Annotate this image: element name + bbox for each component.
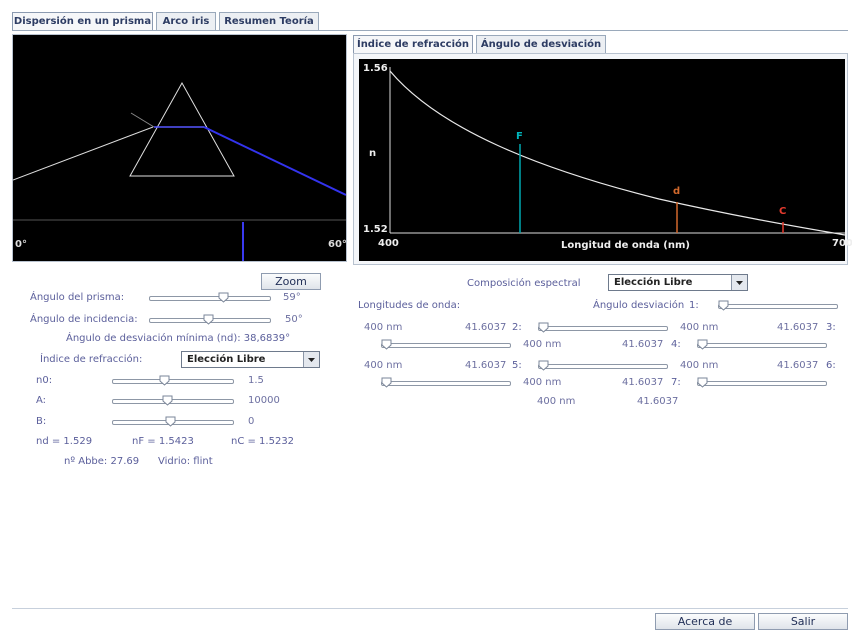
item-5-angle: 41.6037: [777, 360, 819, 371]
y-max-label: 1.56: [363, 63, 388, 74]
min-deviation-text: Ángulo de desviación mínima (nd): 38,683…: [66, 333, 291, 344]
nC-value: nC = 1.5232: [231, 436, 295, 447]
n0-thumb[interactable]: [159, 375, 170, 386]
incidence-value: 50°: [285, 314, 303, 325]
chevron-down-icon[interactable]: [303, 352, 319, 367]
item-7-angle: 41.6037: [637, 396, 679, 407]
item-3-angle: 41.6037: [622, 339, 664, 350]
item-6-slider[interactable]: [381, 377, 511, 389]
n0-value: 1.5: [248, 375, 264, 386]
item-6-angle: 41.6037: [622, 377, 664, 388]
prism-angle-value: 59°: [283, 292, 301, 303]
y-axis-label: n: [369, 148, 377, 159]
tab-dispersion[interactable]: Dispersión en un prisma: [12, 12, 153, 30]
graph-canvas: 1.56 1.52 n 400 700 Longitud de onda (nm…: [359, 59, 852, 261]
wavelengths-label: Longitudes de onda:: [358, 300, 461, 311]
x-max-label: 700: [832, 238, 852, 249]
scale-end-label: 60°: [328, 239, 347, 250]
item-3-num: 3:: [826, 322, 836, 333]
tab-arco-iris[interactable]: Arco iris: [156, 12, 216, 30]
refraction-graph: 1.56 1.52 n 400 700 Longitud de onda (nm…: [353, 53, 852, 265]
incidence-slider[interactable]: [149, 314, 271, 326]
prism-diagram: [13, 81, 346, 261]
item-1-slider[interactable]: [718, 300, 838, 312]
composition-select[interactable]: Elección Libre: [608, 274, 748, 291]
glass-type: Vidrio: flint: [158, 456, 213, 467]
index-select-value: Elección Libre: [187, 354, 266, 365]
item-1-num: 1:: [689, 300, 699, 311]
item-6-wave: 400 nm: [523, 377, 562, 388]
item-1-wave: 400 nm: [364, 322, 403, 333]
incidence-label: Ángulo de incidencia:: [30, 314, 138, 325]
item-6-num: 6:: [826, 360, 836, 371]
item-4-num: 4:: [671, 339, 681, 350]
n0-label: n0:: [36, 375, 53, 386]
item-2-num: 2:: [512, 322, 522, 333]
abbe-number: nº Abbe: 27.69: [64, 456, 140, 467]
dispersion-curve: [389, 67, 845, 236]
item-2-thumb[interactable]: [538, 322, 549, 333]
index-label: Índice de refracción:: [40, 354, 143, 365]
item-7-num: 7:: [671, 377, 681, 388]
B-value: 0: [248, 416, 255, 427]
item-2-slider[interactable]: [538, 322, 668, 334]
item-3-slider[interactable]: [381, 339, 511, 351]
A-value: 10000: [248, 395, 280, 406]
marker-F-label: F: [516, 131, 523, 142]
item-4-wave: 400 nm: [364, 360, 403, 371]
item-4-slider[interactable]: [697, 339, 827, 351]
deviation-label: Ángulo desviación: [593, 300, 685, 311]
marker-d-label: d: [673, 186, 681, 197]
item-3-thumb[interactable]: [381, 339, 392, 350]
x-axis-label: Longitud de onda (nm): [561, 240, 690, 251]
zoom-button[interactable]: Zoom: [261, 273, 321, 290]
item-1-angle: 41.6037: [465, 322, 507, 333]
composition-select-value: Elección Libre: [614, 277, 693, 288]
scale-start-label: 0°: [15, 239, 27, 250]
tab-resumen-teoria[interactable]: Resumen Teoría: [219, 12, 319, 30]
about-button[interactable]: Acerca de: [655, 613, 755, 630]
item-5-num: 5:: [512, 360, 522, 371]
item-2-wave: 400 nm: [680, 322, 719, 333]
item-5-slider[interactable]: [538, 360, 668, 372]
item-7-thumb[interactable]: [697, 377, 708, 388]
B-slider[interactable]: [112, 416, 234, 428]
A-thumb[interactable]: [162, 395, 173, 406]
tab-angulo-desviacion[interactable]: Ángulo de desviación: [476, 35, 606, 53]
item-7-slider[interactable]: [697, 377, 827, 389]
prism-angle-label: Ángulo del prisma:: [30, 292, 125, 303]
A-slider[interactable]: [112, 395, 234, 407]
item-2-angle: 41.6037: [777, 322, 819, 333]
item-1-thumb[interactable]: [718, 300, 729, 311]
B-thumb[interactable]: [165, 416, 176, 427]
y-min-label: 1.52: [363, 224, 388, 235]
item-4-angle: 41.6037: [465, 360, 507, 371]
item-5-thumb[interactable]: [538, 360, 549, 371]
exit-button[interactable]: Salir: [758, 613, 848, 630]
marker-C-label: C: [779, 206, 787, 217]
nF-value: nF = 1.5423: [132, 436, 194, 447]
A-label: A:: [36, 395, 47, 406]
item-5-wave: 400 nm: [680, 360, 719, 371]
tab-indice-refraccion[interactable]: Índice de refracción: [353, 35, 473, 53]
nd-value: nd = 1.529: [36, 436, 93, 447]
composition-label: Composición espectral: [467, 278, 581, 289]
item-7-wave: 400 nm: [537, 396, 576, 407]
x-min-label: 400: [378, 238, 399, 249]
prism-angle-thumb[interactable]: [218, 292, 229, 303]
prism-angle-slider[interactable]: [149, 292, 271, 304]
item-4-thumb[interactable]: [697, 339, 708, 350]
n0-slider[interactable]: [112, 375, 234, 387]
footer-divider: [12, 608, 848, 609]
prism-view: 0° 60°: [12, 34, 347, 262]
item-3-wave: 400 nm: [523, 339, 562, 350]
index-select[interactable]: Elección Libre: [181, 351, 320, 368]
incidence-thumb[interactable]: [203, 314, 214, 325]
B-label: B:: [36, 416, 47, 427]
item-6-thumb[interactable]: [381, 377, 392, 388]
chevron-down-icon[interactable]: [731, 275, 747, 290]
